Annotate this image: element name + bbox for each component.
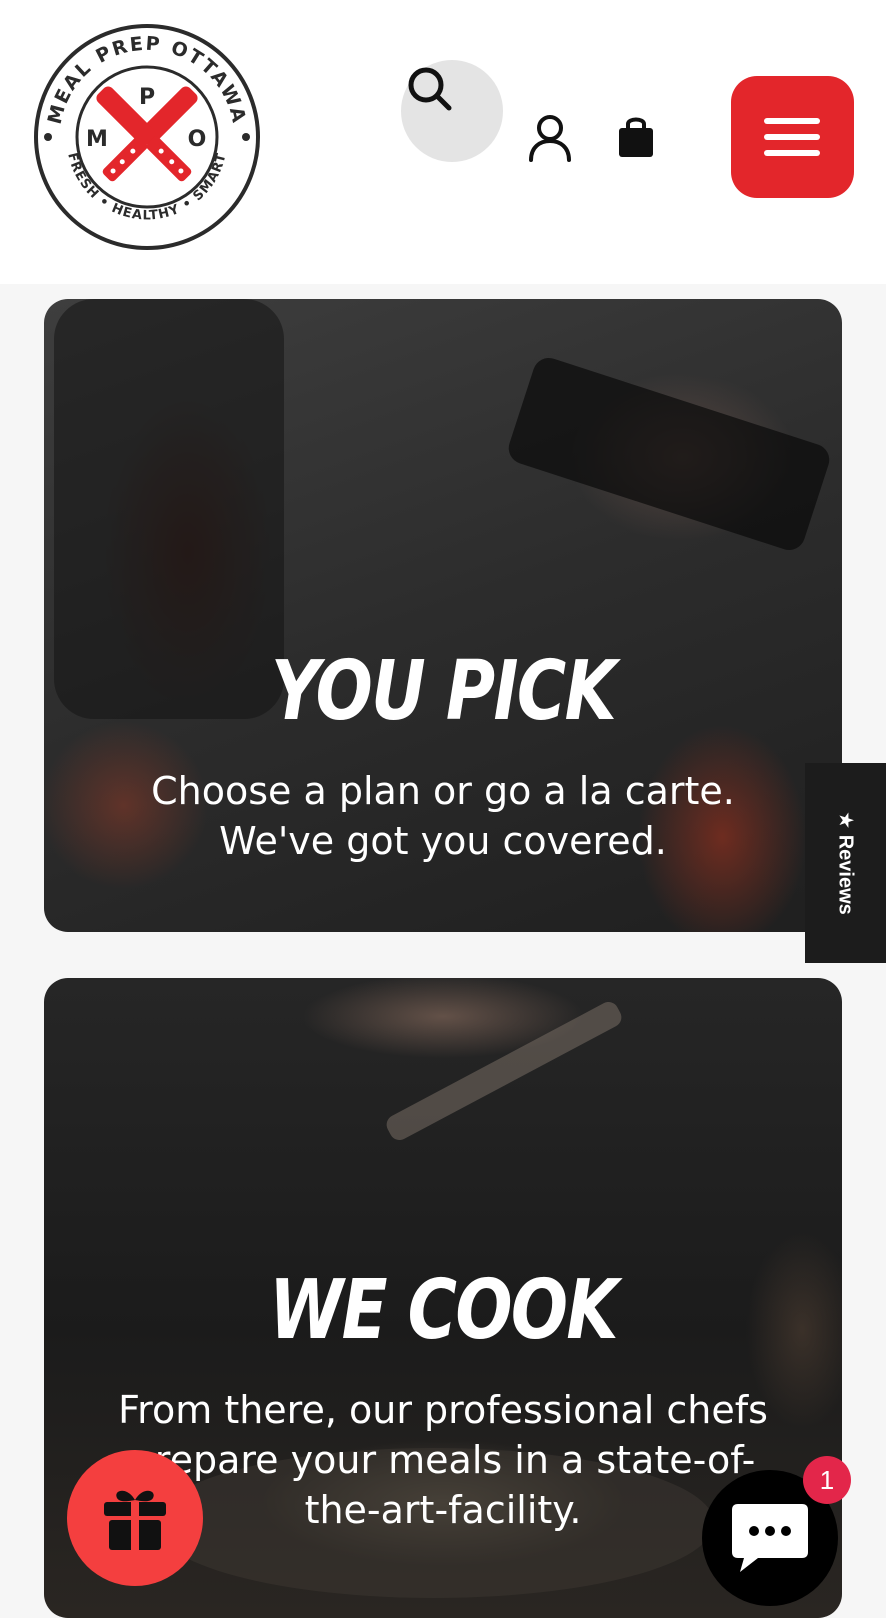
you-pick-card[interactable]: YOU PICK Choose a plan or go a la carte.… — [44, 299, 842, 932]
gift-button[interactable] — [67, 1450, 203, 1586]
card-title: YOU PICK — [270, 644, 617, 739]
site-header: MEAL PREP OTTAWA FRESH • HEALTHY • SMART — [0, 0, 886, 284]
chat-bubble-icon — [732, 1504, 808, 1572]
hamburger-menu-icon — [764, 118, 820, 124]
meal-prep-ottawa-logo[interactable]: MEAL PREP OTTAWA FRESH • HEALTHY • SMART — [32, 22, 262, 252]
gift-icon — [104, 1490, 166, 1550]
account-icon[interactable] — [528, 114, 572, 167]
card-photo — [383, 998, 625, 1144]
svg-text:P: P — [139, 85, 155, 110]
reviews-tab-label: ★ Reviews — [834, 811, 856, 915]
svg-text:M: M — [86, 127, 108, 152]
svg-text:O: O — [188, 127, 207, 152]
chat-notification-badge: 1 — [803, 1456, 851, 1504]
shopping-bag-icon[interactable] — [616, 114, 656, 165]
reviews-tab[interactable]: ★ Reviews — [805, 763, 886, 963]
search-button[interactable] — [401, 60, 503, 162]
menu-button[interactable] — [731, 76, 854, 198]
card-title: WE COOK — [269, 1263, 618, 1358]
search-icon — [408, 67, 452, 111]
card-text: Choose a plan or go a la carte. We've go… — [151, 769, 735, 863]
